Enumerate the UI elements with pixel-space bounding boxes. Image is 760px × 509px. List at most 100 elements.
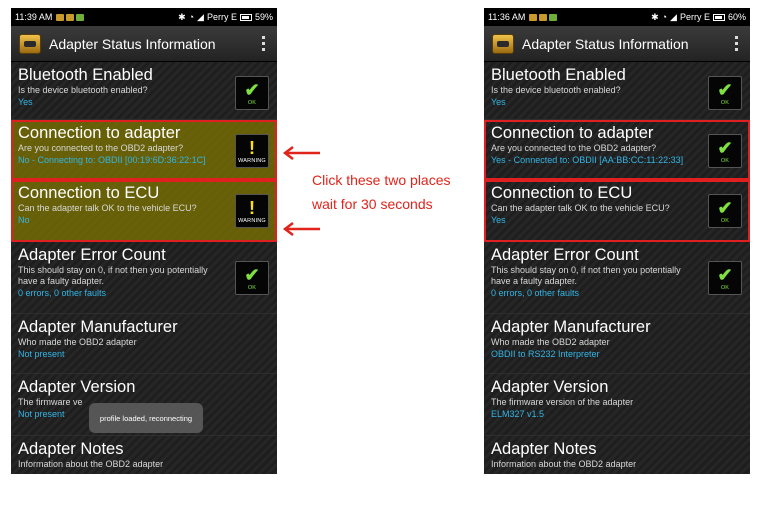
item-title: Adapter Manufacturer — [491, 318, 651, 336]
item-title: Connection to ECU — [18, 184, 160, 202]
ok-badge: ✔ OK — [235, 261, 269, 295]
list-item-adapter-error-count[interactable]: Adapter Error Count This should stay on … — [11, 242, 277, 314]
item-description: Can the adapter talk OK to the vehicle E… — [491, 203, 670, 213]
annotation-line-2: wait for 30 seconds — [312, 196, 433, 212]
item-title: Adapter Version — [18, 378, 136, 396]
overflow-menu-icon[interactable] — [258, 32, 269, 55]
app-title: Adapter Status Information — [522, 35, 689, 52]
list-item-adapter-notes[interactable]: Adapter Notes Information about the OBD2… — [11, 436, 277, 474]
exclamation-icon: ! — [249, 137, 255, 158]
status-list: Bluetooth Enabled Is the device bluetoot… — [484, 62, 750, 474]
status-bar: 11:36 AM ✱ ◔ ◢ Perry E 60% — [484, 8, 750, 26]
item-title: Bluetooth Enabled — [18, 66, 153, 84]
check-icon: ✔ — [717, 197, 733, 218]
item-title: Adapter Error Count — [491, 246, 639, 264]
battery-level: 60% — [727, 12, 746, 22]
check-icon: ✔ — [717, 79, 733, 100]
toast-message: profile loaded, reconnecting — [89, 403, 203, 433]
left-phone-screen: 11:39 AM ✱ ◔ ◢ Perry E 59% Adapter Statu… — [11, 8, 277, 474]
notification-icon — [56, 13, 65, 21]
check-icon: ✔ — [717, 264, 733, 285]
status-time: 11:36 AM — [488, 12, 526, 22]
notification-icon — [76, 13, 85, 21]
warning-badge: ! WARNING — [235, 194, 269, 228]
item-value: ELM327 v1.5 — [491, 409, 545, 419]
list-item-adapter-error-count[interactable]: Adapter Error Count This should stay on … — [484, 242, 750, 314]
notification-icon — [539, 13, 548, 21]
item-description: Who made the OBD2 adapter — [491, 337, 610, 347]
exclamation-icon: ! — [249, 197, 255, 218]
battery-icon — [239, 13, 252, 21]
bluetooth-icon: ✱ — [178, 11, 186, 22]
list-item-connection-to-ecu[interactable]: Connection to ECU Can the adapter talk O… — [11, 180, 277, 242]
warning-badge: ! WARNING — [235, 134, 269, 168]
item-title: Adapter Notes — [491, 440, 597, 458]
item-value: 0 errors, 0 other faults — [491, 288, 580, 298]
wifi-icon: ◔ — [188, 12, 195, 22]
item-description: Can the adapter talk OK to the vehicle E… — [18, 203, 197, 213]
signal-icon: ◢ — [670, 11, 677, 22]
ok-badge: ✔ OK — [708, 194, 742, 228]
signal-icon: ◢ — [197, 11, 204, 22]
red-arrow-icon — [282, 222, 320, 236]
item-title: Connection to adapter — [491, 124, 654, 142]
list-item-connection-to-adapter[interactable]: Connection to adapter Are you connected … — [11, 120, 277, 180]
battery-level: 59% — [254, 12, 273, 22]
item-title: Bluetooth Enabled — [491, 66, 626, 84]
item-title: Connection to ECU — [491, 184, 633, 202]
notification-icons — [529, 13, 558, 21]
battery-icon — [712, 13, 725, 21]
list-item-adapter-manufacturer[interactable]: Adapter Manufacturer Who made the OBD2 a… — [484, 314, 750, 374]
item-description: This should stay on 0, if not then you p… — [18, 265, 208, 286]
bluetooth-icon: ✱ — [651, 11, 659, 22]
list-item-adapter-version[interactable]: Adapter Version The firmware version of … — [484, 374, 750, 436]
item-value: No — [18, 215, 30, 225]
item-description: The firmware version of the adapter — [491, 397, 634, 407]
overflow-menu-icon[interactable] — [731, 32, 742, 55]
item-description: This should stay on 0, if not then you p… — [491, 265, 681, 286]
annotation-line-1: Click these two places — [312, 172, 451, 188]
notification-icon — [549, 13, 558, 21]
ok-badge: ✔ OK — [235, 76, 269, 110]
ok-badge: ✔ OK — [708, 134, 742, 168]
item-title: Adapter Notes — [18, 440, 124, 458]
list-item-connection-to-ecu[interactable]: Connection to ECU Can the adapter talk O… — [484, 180, 750, 242]
app-logo-icon[interactable] — [492, 33, 514, 54]
item-title: Connection to adapter — [18, 124, 181, 142]
item-value: Yes — [18, 97, 33, 107]
right-phone-screen: 11:36 AM ✱ ◔ ◢ Perry E 60% Adapter Statu… — [484, 8, 750, 474]
item-title: Adapter Manufacturer — [18, 318, 178, 336]
item-value: No - Connecting to: OBDII [00:19:6D:36:2… — [18, 155, 206, 165]
app-logo-icon[interactable] — [19, 33, 41, 54]
item-title: Adapter Error Count — [18, 246, 166, 264]
item-title: Adapter Version — [491, 378, 609, 396]
item-description: Who made the OBD2 adapter — [18, 337, 137, 347]
ok-badge: ✔ OK — [708, 261, 742, 295]
list-item-adapter-notes[interactable]: Adapter Notes Information about the OBD2… — [484, 436, 750, 474]
item-value: OBDII to RS232 Interpreter — [491, 349, 600, 359]
item-value: Yes - Connected to: OBDII [AA:BB:CC:11:2… — [491, 155, 684, 165]
carrier-name: Perry E — [206, 12, 237, 22]
action-bar: Adapter Status Information — [11, 26, 277, 62]
item-value: Not present — [18, 349, 65, 359]
red-arrow-icon — [282, 146, 320, 160]
status-time: 11:39 AM — [15, 12, 53, 22]
status-bar: 11:39 AM ✱ ◔ ◢ Perry E 59% — [11, 8, 277, 26]
item-description: Are you connected to the OBD2 adapter? — [18, 143, 184, 153]
carrier-name: Perry E — [679, 12, 710, 22]
check-icon: ✔ — [244, 264, 260, 285]
check-icon: ✔ — [244, 79, 260, 100]
list-item-connection-to-adapter[interactable]: Connection to adapter Are you connected … — [484, 120, 750, 180]
action-bar: Adapter Status Information — [484, 26, 750, 62]
notification-icon — [529, 13, 538, 21]
app-title: Adapter Status Information — [49, 35, 216, 52]
list-item-bluetooth-enabled[interactable]: Bluetooth Enabled Is the device bluetoot… — [484, 62, 750, 120]
item-value: 0 errors, 0 other faults — [18, 288, 107, 298]
item-description: Information about the OBD2 adapter — [18, 459, 164, 469]
list-item-adapter-manufacturer[interactable]: Adapter Manufacturer Who made the OBD2 a… — [11, 314, 277, 374]
notification-icon — [66, 13, 75, 21]
item-description: Is the device bluetooth enabled? — [491, 85, 621, 95]
list-item-bluetooth-enabled[interactable]: Bluetooth Enabled Is the device bluetoot… — [11, 62, 277, 120]
item-description: Are you connected to the OBD2 adapter? — [491, 143, 657, 153]
check-icon: ✔ — [717, 137, 733, 158]
